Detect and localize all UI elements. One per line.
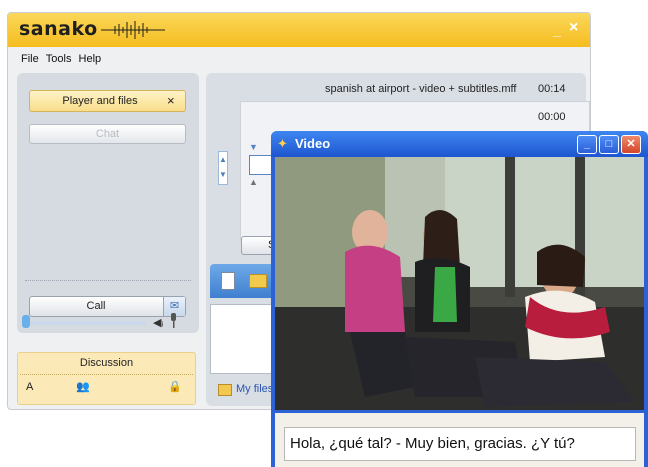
menu-bar: File Tools Help (8, 47, 590, 71)
my-files-link[interactable]: My files (236, 383, 273, 395)
my-files-icon (218, 384, 232, 396)
video-window: ✦ Video _ □ ✕ Hola, ¿qué tal? - Muy bien… (271, 131, 648, 467)
microphone-icon[interactable] (170, 313, 177, 329)
chat-tab[interactable]: Chat (29, 124, 186, 144)
video-scene-image (275, 157, 644, 410)
divider (25, 280, 191, 281)
new-document-icon[interactable] (221, 272, 235, 290)
video-frame[interactable] (275, 157, 644, 410)
call-button[interactable]: Call ✉ (29, 296, 186, 317)
discussion-title: Discussion (79, 357, 134, 369)
video-title-bar[interactable]: ✦ Video _ □ ✕ (271, 131, 648, 157)
duration: 00:14 (538, 83, 566, 95)
close-button[interactable]: × (569, 19, 578, 37)
close-tab-icon[interactable]: × (167, 93, 175, 108)
title-bar[interactable]: sanako _ × (8, 13, 590, 47)
open-folder-icon[interactable] (249, 274, 267, 288)
call-label: Call (86, 300, 106, 312)
marker-top-icon[interactable]: ▼ (249, 142, 258, 152)
player-and-files-tab[interactable]: Player and files × (29, 90, 186, 112)
video-maximize-button[interactable]: □ (599, 135, 619, 154)
marker-bottom-icon[interactable]: ▲ (249, 177, 258, 187)
menu-file[interactable]: File (21, 47, 39, 71)
discussion-panel: Discussion A 👥 🔒 (17, 352, 196, 405)
current-position: 00:00 (538, 111, 566, 123)
video-minimize-button[interactable]: _ (577, 135, 597, 154)
menu-tools[interactable]: Tools (46, 47, 72, 71)
file-name: spanish at airport - video + subtitles.m… (325, 83, 517, 95)
menu-help[interactable]: Help (79, 47, 102, 71)
scroll-arrows-icon[interactable]: ▲ ▼ (218, 151, 228, 185)
left-panel: Player and files × Chat Call ✉ (17, 73, 199, 333)
people-icon: 👥 (76, 381, 90, 393)
speaker-icon[interactable]: ◀ᵢ (153, 316, 163, 329)
video-close-button[interactable]: ✕ (621, 135, 641, 154)
video-title: Video (295, 136, 331, 151)
subtitle-box: Hola, ¿qué tal? - Muy bien, gracias. ¿Y … (284, 427, 636, 461)
volume-slider[interactable] (30, 321, 146, 325)
minimize-button[interactable]: _ (553, 22, 561, 38)
divider (20, 374, 193, 375)
volume-slider-thumb[interactable] (22, 315, 30, 328)
waveform-logo-icon (101, 21, 165, 39)
sanako-logo: sanako (19, 18, 98, 40)
lock-icon: 🔒 (168, 381, 182, 393)
video-app-icon: ✦ (277, 136, 288, 151)
player-tab-label: Player and files (62, 95, 138, 107)
subtitle-text: Hola, ¿qué tal? - Muy bien, gracias. ¿Y … (290, 435, 575, 452)
discussion-channel: A (26, 381, 34, 393)
